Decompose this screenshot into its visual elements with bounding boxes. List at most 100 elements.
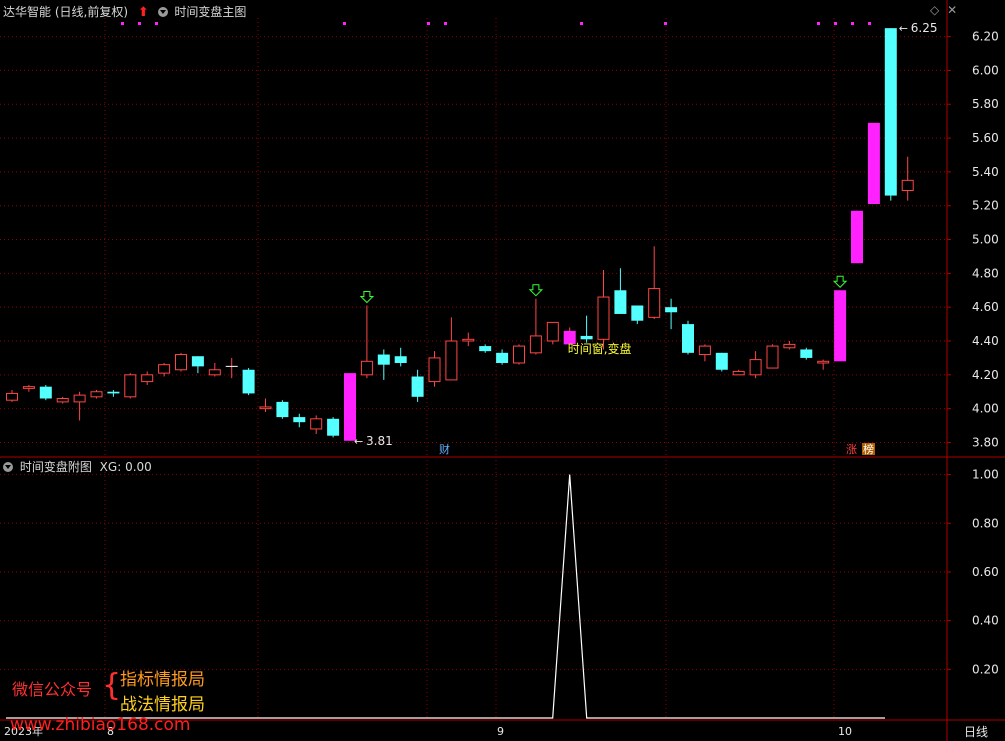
signal-dot <box>427 22 430 25</box>
candle-body[interactable] <box>732 370 745 376</box>
candle-body[interactable] <box>682 324 694 353</box>
candle-body[interactable] <box>428 357 441 383</box>
panel-controls: ◇ ✕ <box>930 3 957 17</box>
candle-body[interactable] <box>6 392 18 401</box>
candle-body[interactable] <box>39 386 52 399</box>
candle-body[interactable] <box>783 343 796 349</box>
candle-body[interactable] <box>259 406 272 410</box>
time-window-label: 时间窗,变盘 <box>568 341 632 356</box>
candle-body[interactable] <box>56 398 69 403</box>
finance-badge: 财 <box>439 442 450 456</box>
candle-body[interactable] <box>648 288 661 318</box>
candle-body[interactable] <box>327 418 340 436</box>
chart-canvas[interactable]: 6.20 6.00 5.80 5.60 5.40 5.20 5.00 4.80 4.60 4.40… <box>0 0 1005 741</box>
signal-dot <box>851 22 854 25</box>
candle-body[interactable] <box>513 345 525 364</box>
main-indicator-name[interactable]: 时间变盘主图 <box>174 5 246 19</box>
sub-y-tick-label: 1.00 <box>972 468 999 482</box>
candle-body[interactable] <box>344 373 356 441</box>
candle-body[interactable] <box>884 28 897 196</box>
candle-body[interactable] <box>766 345 779 369</box>
candle-body[interactable] <box>901 179 914 191</box>
y-tick-label: 4.00 <box>972 402 999 416</box>
candle-body[interactable] <box>411 376 424 397</box>
candle-body[interactable] <box>276 401 289 418</box>
y-tick-label: 5.20 <box>972 199 999 213</box>
candle-body[interactable] <box>614 290 627 314</box>
candle-body[interactable] <box>580 335 593 340</box>
limit-badge: 涨 <box>846 443 857 456</box>
candle-body[interactable] <box>698 345 711 356</box>
candle-body[interactable] <box>107 391 120 394</box>
candle-body[interactable] <box>834 290 847 362</box>
low-price-label: 3.81 <box>366 434 393 448</box>
candle-body[interactable] <box>529 335 542 354</box>
signal-dot <box>121 22 124 25</box>
dropdown-circle-icon[interactable] <box>3 462 13 472</box>
xg-label: XG: <box>99 460 122 474</box>
candle-body[interactable] <box>715 352 728 370</box>
y-tick-label: 5.80 <box>972 97 999 111</box>
candle-body[interactable] <box>665 307 678 313</box>
candle-body[interactable] <box>394 356 407 363</box>
sub-y-tick-label: 0.60 <box>972 565 999 579</box>
candle-body[interactable] <box>90 391 103 398</box>
watermark-line2: 战法情报局 <box>120 695 205 715</box>
y-tick-label: 5.60 <box>972 131 999 145</box>
sub-y-tick-label: 0.20 <box>972 662 999 676</box>
high-arrow: ← <box>899 22 908 35</box>
candle-body[interactable] <box>191 356 204 367</box>
candle-body[interactable] <box>867 122 880 205</box>
y-tick-label: 3.80 <box>972 435 999 449</box>
candle-body[interactable] <box>158 364 171 374</box>
x-tick-label: 10 <box>838 725 852 738</box>
y-tick-label: 4.40 <box>972 334 999 348</box>
close-icon[interactable]: ✕ <box>947 3 957 17</box>
xg-value: 0.00 <box>125 460 152 474</box>
signal-dot <box>343 22 346 25</box>
candle-body[interactable] <box>445 340 458 381</box>
candle-body[interactable] <box>462 338 475 342</box>
candle-body[interactable] <box>479 346 492 352</box>
candle-body[interactable] <box>22 386 35 389</box>
candle-body[interactable] <box>73 394 86 403</box>
candle-body[interactable] <box>310 418 323 430</box>
signal-dot <box>664 22 667 25</box>
watermark-line1: 指标情报局 <box>120 670 205 690</box>
high-price-label: 6.25 <box>911 21 938 35</box>
candle-body[interactable] <box>817 360 830 364</box>
candle-body[interactable] <box>175 354 187 371</box>
candle-body[interactable] <box>208 369 221 376</box>
candle-body[interactable] <box>141 374 154 383</box>
y-tick-label: 5.00 <box>972 233 999 247</box>
candle-body[interactable] <box>749 359 762 376</box>
candle-body[interactable] <box>631 305 644 321</box>
candle-body[interactable] <box>851 210 863 264</box>
candle-body[interactable] <box>597 296 610 340</box>
signal-dot <box>155 22 158 25</box>
x-tick-label: 9 <box>497 725 504 738</box>
wechat-label: 微信公众号 <box>12 680 93 699</box>
brace-glyph: { <box>102 668 122 703</box>
sub-panel-header: 时间变盘附图 XG: 0.00 <box>3 458 152 475</box>
candle-body[interactable] <box>377 354 390 365</box>
signal-dot <box>138 22 141 25</box>
candle-body[interactable] <box>242 369 255 394</box>
main-panel-header: 达华智能 (日线,前复权) ⬆ 时间变盘主图 <box>3 3 246 20</box>
candle-body[interactable] <box>546 321 559 342</box>
candle-body[interactable] <box>496 352 509 363</box>
y-tick-label: 4.80 <box>972 266 999 280</box>
y-tick-label: 6.20 <box>972 30 999 44</box>
y-tick-label: 5.40 <box>972 165 999 179</box>
candle-body[interactable] <box>800 349 813 358</box>
stock-title: 达华智能 <box>3 5 52 19</box>
diamond-icon[interactable]: ◇ <box>930 3 939 17</box>
sub-indicator-name[interactable]: 时间变盘附图 <box>20 460 92 474</box>
candle-body[interactable] <box>124 374 137 398</box>
candle-body[interactable] <box>360 360 373 376</box>
dropdown-circle-icon[interactable] <box>157 7 168 17</box>
signal-dot <box>834 22 837 25</box>
period-button[interactable]: 日线 <box>964 723 988 740</box>
candle-body[interactable] <box>293 417 306 423</box>
down-arrow-icon <box>359 290 375 304</box>
